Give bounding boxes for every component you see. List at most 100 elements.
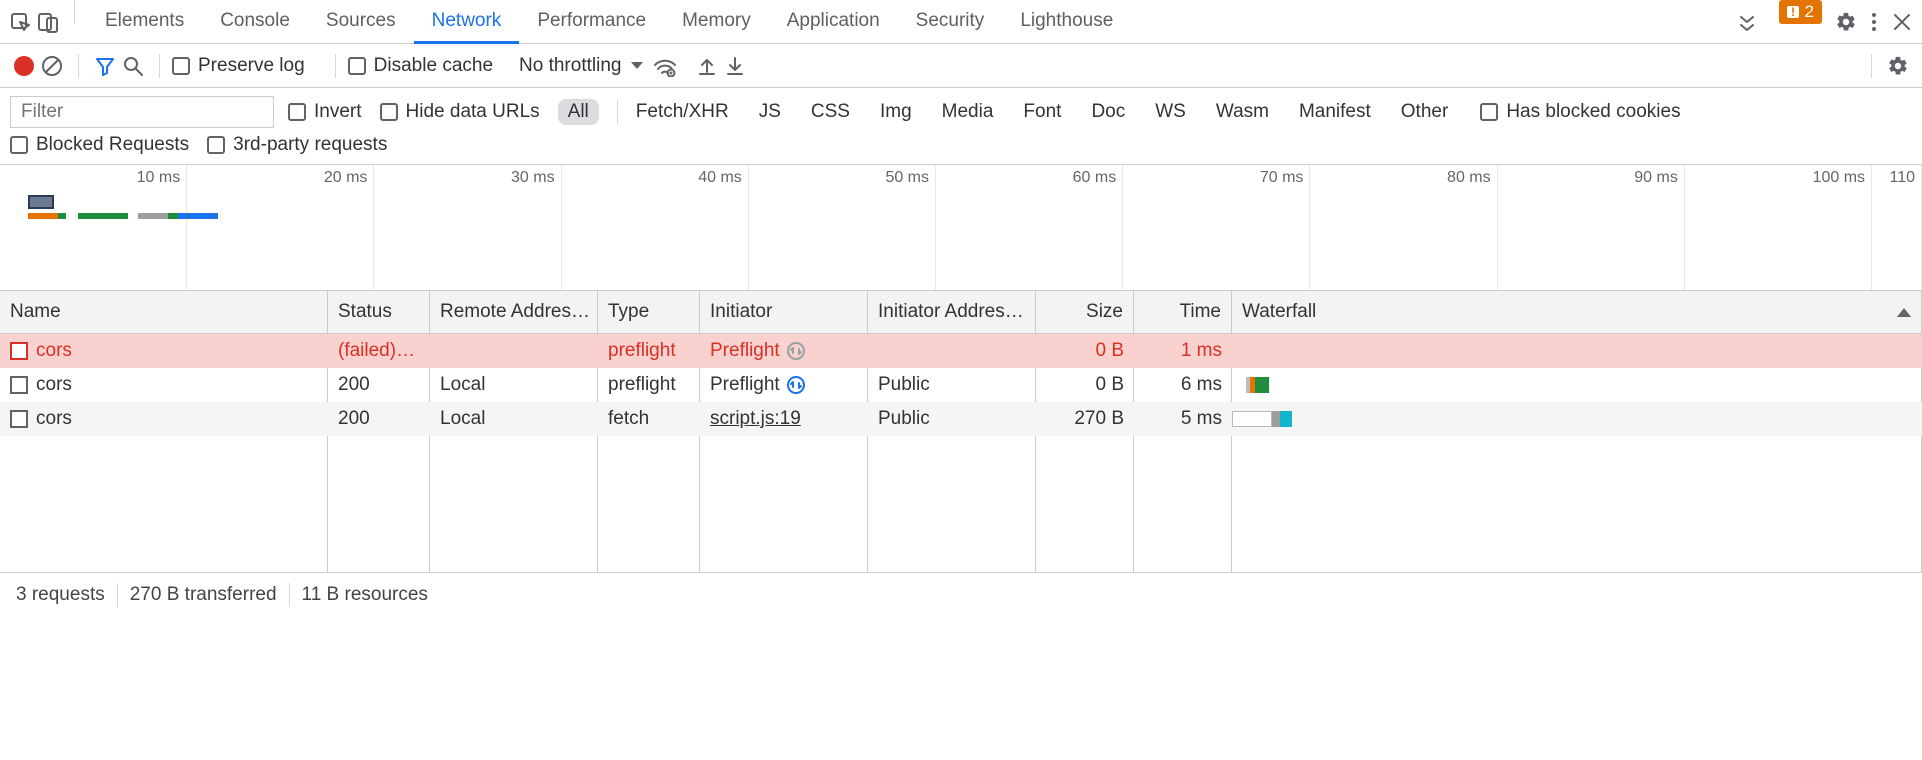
type-chip-ws[interactable]: WS <box>1145 99 1196 125</box>
disable-cache-label: Disable cache <box>374 55 493 77</box>
preflight-swap-icon <box>780 375 806 395</box>
type-chip-css[interactable]: CSS <box>801 99 860 125</box>
cell-name: cors <box>0 368 328 402</box>
type-chip-wasm[interactable]: Wasm <box>1206 99 1279 125</box>
disable-cache-checkbox[interactable]: Disable cache <box>348 55 493 77</box>
inspect-element-icon[interactable] <box>6 8 34 36</box>
timeline-tick: 30 ms <box>511 169 555 187</box>
cell-waterfall <box>1232 402 1922 436</box>
warnings-count: 2 <box>1805 2 1814 22</box>
type-chip-img[interactable]: Img <box>870 99 922 125</box>
status-requests: 3 requests <box>16 584 105 606</box>
throttling-select[interactable]: No throttling <box>511 53 651 79</box>
tab-performance[interactable]: Performance <box>519 0 664 44</box>
invert-label: Invert <box>314 101 362 123</box>
cell-size: 0 B <box>1036 334 1134 368</box>
filter-icon[interactable] <box>91 52 119 80</box>
close-devtools-icon[interactable] <box>1888 8 1916 36</box>
more-tabs-icon[interactable] <box>1733 8 1761 36</box>
type-chip-all[interactable]: All <box>558 99 599 125</box>
network-conditions-icon[interactable] <box>651 52 679 80</box>
blocked-requests-label: Blocked Requests <box>36 134 189 156</box>
tab-lighthouse[interactable]: Lighthouse <box>1002 0 1131 44</box>
network-settings-gear-icon[interactable] <box>1884 52 1912 80</box>
filter-input[interactable] <box>10 96 274 128</box>
type-chip-other[interactable]: Other <box>1391 99 1459 125</box>
file-icon <box>10 376 28 394</box>
sort-indicator-icon <box>1897 308 1911 317</box>
column-header-type[interactable]: Type <box>598 291 700 333</box>
timeline-tick: 20 ms <box>324 169 368 187</box>
timeline-tick: 10 ms <box>137 169 181 187</box>
throttling-value: No throttling <box>519 55 621 77</box>
timeline-tick: 40 ms <box>698 169 742 187</box>
record-button[interactable] <box>10 52 38 80</box>
timeline-tick: 80 ms <box>1447 169 1491 187</box>
column-header-remote[interactable]: Remote Addres… <box>430 291 598 333</box>
column-header-initaddr[interactable]: Initiator Addres… <box>868 291 1036 333</box>
tab-security[interactable]: Security <box>898 0 1003 44</box>
tab-elements[interactable]: Elements <box>87 0 202 44</box>
upload-har-icon[interactable] <box>693 52 721 80</box>
column-header-initiator[interactable]: Initiator <box>700 291 868 333</box>
preserve-log-checkbox[interactable]: Preserve log <box>172 55 305 77</box>
column-header-time[interactable]: Time <box>1134 291 1232 333</box>
timeline-tick: 60 ms <box>1073 169 1117 187</box>
timeline-overview[interactable]: 10 ms20 ms30 ms40 ms50 ms60 ms70 ms80 ms… <box>0 165 1922 291</box>
cell-name: cors <box>0 334 328 368</box>
has-blocked-label: Has blocked cookies <box>1506 101 1680 123</box>
clear-button[interactable] <box>38 52 66 80</box>
tab-sources[interactable]: Sources <box>308 0 414 44</box>
cell-remote <box>430 334 598 368</box>
cell-waterfall <box>1232 368 1922 402</box>
type-chip-fetchxhr[interactable]: Fetch/XHR <box>626 99 739 125</box>
status-bar: 3 requests 270 B transferred 11 B resour… <box>0 573 1922 617</box>
cell-initiator: script.js:19 <box>700 402 868 436</box>
type-chip-font[interactable]: Font <box>1013 99 1071 125</box>
cell-size: 0 B <box>1036 368 1134 402</box>
settings-gear-icon[interactable] <box>1832 8 1860 36</box>
tab-console[interactable]: Console <box>202 0 308 44</box>
preflight-swap-icon <box>780 341 806 361</box>
search-icon[interactable] <box>119 52 147 80</box>
cell-type: fetch <box>598 402 700 436</box>
request-row[interactable]: cors200Localfetchscript.js:19Public270 B… <box>0 402 1922 436</box>
file-icon <box>10 342 28 360</box>
request-row[interactable]: cors(failed)…preflightPreflight0 B1 ms <box>0 334 1922 368</box>
column-header-size[interactable]: Size <box>1036 291 1134 333</box>
column-header-name[interactable]: Name <box>0 291 328 333</box>
tab-network[interactable]: Network <box>414 0 520 44</box>
invert-checkbox[interactable]: Invert <box>288 101 362 123</box>
download-har-icon[interactable] <box>721 52 749 80</box>
warnings-badge[interactable]: ! 2 <box>1779 0 1822 24</box>
status-transferred: 270 B transferred <box>130 584 277 606</box>
cell-time: 1 ms <box>1134 334 1232 368</box>
tab-memory[interactable]: Memory <box>664 0 769 44</box>
cell-time: 5 ms <box>1134 402 1232 436</box>
type-chip-js[interactable]: JS <box>749 99 791 125</box>
timeline-tick: 100 ms <box>1813 169 1865 187</box>
hide-data-urls-label: Hide data URLs <box>406 101 540 123</box>
request-row[interactable]: cors200LocalpreflightPreflightPublic0 B6… <box>0 368 1922 402</box>
kebab-menu-icon[interactable] <box>1860 8 1888 36</box>
cell-remote: Local <box>430 368 598 402</box>
column-header-waterfall[interactable]: Waterfall <box>1232 291 1922 333</box>
cell-waterfall <box>1232 334 1922 368</box>
third-party-checkbox[interactable]: 3rd-party requests <box>207 134 387 156</box>
type-chip-manifest[interactable]: Manifest <box>1289 99 1381 125</box>
timeline-tick: 50 ms <box>885 169 929 187</box>
cell-initiator: Preflight <box>700 368 868 402</box>
column-header-status[interactable]: Status <box>328 291 430 333</box>
blocked-requests-checkbox[interactable]: Blocked Requests <box>10 134 189 156</box>
has-blocked-cookies-checkbox[interactable]: Has blocked cookies <box>1480 101 1680 123</box>
cell-type: preflight <box>598 368 700 402</box>
cell-size: 270 B <box>1036 402 1134 436</box>
hide-data-urls-checkbox[interactable]: Hide data URLs <box>380 101 540 123</box>
device-toolbar-icon[interactable] <box>34 8 62 36</box>
type-chip-media[interactable]: Media <box>932 99 1004 125</box>
third-party-label: 3rd-party requests <box>233 134 387 156</box>
cell-remote: Local <box>430 402 598 436</box>
requests-table: NameStatusRemote Addres…TypeInitiatorIni… <box>0 291 1922 573</box>
tab-application[interactable]: Application <box>769 0 898 44</box>
type-chip-doc[interactable]: Doc <box>1081 99 1135 125</box>
